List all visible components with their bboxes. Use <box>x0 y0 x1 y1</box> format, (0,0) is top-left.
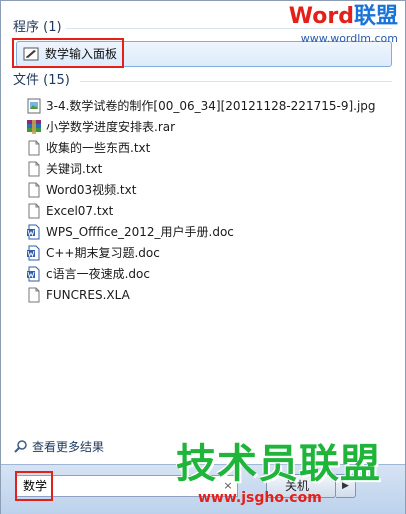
file-item-label: FUNCRES.XLA <box>46 288 130 302</box>
doc-file-icon <box>27 224 40 240</box>
text-file-icon <box>28 203 40 219</box>
file-item-label: Excel07.txt <box>46 204 114 218</box>
doc-file-icon <box>27 266 40 282</box>
watermark-wordlm-brand: Word联盟 <box>288 4 398 29</box>
files-section-divider <box>80 81 392 82</box>
rar-file-icon <box>27 120 41 134</box>
doc-file-icon <box>27 245 40 261</box>
file-item-label: 关键词.txt <box>46 162 103 176</box>
file-item[interactable]: 关键词.txt <box>26 159 386 179</box>
blank-file-icon <box>28 287 40 303</box>
file-item[interactable]: 小学数学进度安排表.rar <box>26 117 386 137</box>
text-file-icon <box>28 182 40 198</box>
text-file-icon <box>28 140 40 156</box>
watermark-jsgho: 技术员联盟 www.jsgho.com <box>176 440 404 512</box>
see-more-results-label: 查看更多结果 <box>32 440 105 454</box>
watermark-jsgho-brand: 技术员联盟 <box>176 441 381 487</box>
watermark-jsgho-url: www.jsgho.com <box>198 490 322 506</box>
file-item-label: 小学数学进度安排表.rar <box>46 120 176 134</box>
program-highlight-frame <box>12 38 124 68</box>
image-file-icon <box>27 98 41 114</box>
file-item[interactable]: Word03视频.txt <box>26 180 386 200</box>
file-item[interactable]: FUNCRES.XLA <box>26 285 386 305</box>
search-icon <box>14 440 27 453</box>
programs-section-title: 程序 (1) <box>13 20 62 35</box>
files-section-title: 文件 (15) <box>13 73 70 88</box>
file-item-label: 3-4.数学试卷的制作[00_06_34][20121128-221715-9]… <box>46 99 376 113</box>
file-item[interactable]: 收集的一些东西.txt <box>26 138 386 158</box>
file-item-label: c语言一夜速成.doc <box>46 267 150 281</box>
search-highlight-frame <box>15 471 53 501</box>
file-item-label: Word03视频.txt <box>46 183 137 197</box>
file-item[interactable]: Excel07.txt <box>26 201 386 221</box>
file-item-label: 收集的一些东西.txt <box>46 141 151 155</box>
watermark-wordlm-url: www.wordlm.com <box>300 32 398 45</box>
file-item[interactable]: c语言一夜速成.doc <box>26 264 386 284</box>
file-item-label: C++期末复习题.doc <box>46 246 160 260</box>
file-item[interactable]: WPS_Offfice_2012_用户手册.doc <box>26 222 386 242</box>
text-file-icon <box>28 161 40 177</box>
file-item-label: WPS_Offfice_2012_用户手册.doc <box>46 225 234 239</box>
file-item[interactable]: 3-4.数学试卷的制作[00_06_34][20121128-221715-9]… <box>26 96 386 116</box>
watermark-wordlm: Word联盟 www.wordlm.com <box>268 4 402 48</box>
file-item[interactable]: C++期末复习题.doc <box>26 243 386 263</box>
